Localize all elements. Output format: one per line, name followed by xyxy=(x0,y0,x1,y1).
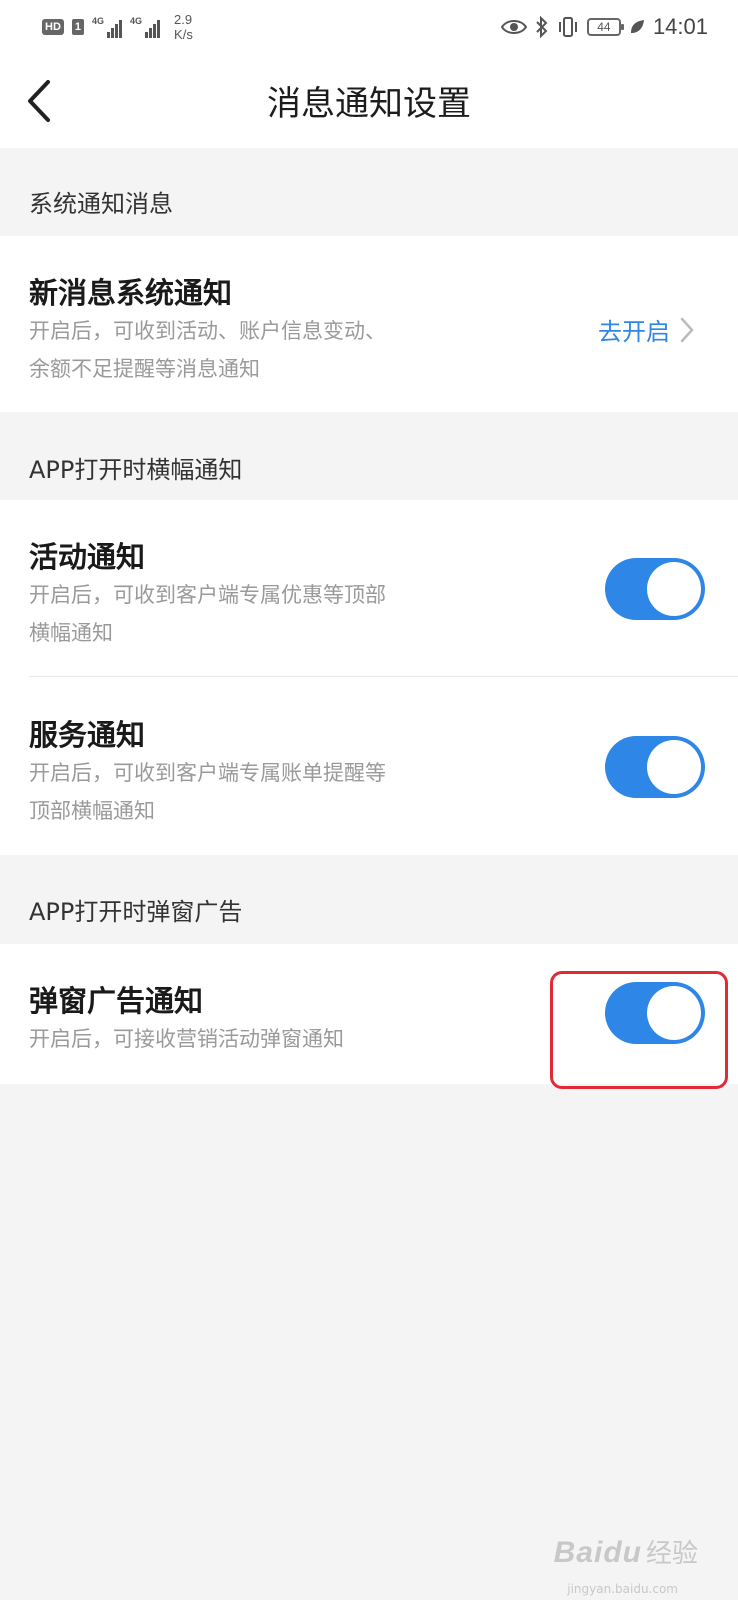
screen: HD 1 4G 4G 2.9 K/s 44 14:01 消息通知设置 系统通知消… xyxy=(0,0,738,1600)
hd-badge: HD xyxy=(42,19,64,35)
item-desc-new-message-line2: 余额不足提醒等消息通知 xyxy=(29,357,260,381)
item-title-service: 服务通知 xyxy=(29,718,146,752)
toggle-knob xyxy=(647,562,701,616)
service-toggle[interactable] xyxy=(605,736,705,798)
network-type-1: 4G xyxy=(92,16,105,26)
vibrate-icon xyxy=(558,17,577,37)
battery-icon: 44 xyxy=(586,18,624,36)
speed-unit: K/s xyxy=(174,27,193,42)
baidu-watermark: Baidu 经验 xyxy=(554,1533,698,1570)
eye-icon xyxy=(500,20,527,34)
card-system-notification: 新消息系统通知 开启后，可收到活动、账户信息变动、 余额不足提醒等消息通知 去开… xyxy=(0,236,738,412)
status-bar: HD 1 4G 4G 2.9 K/s 44 14:01 xyxy=(0,0,738,52)
item-title-activity: 活动通知 xyxy=(29,540,146,574)
chevron-right-icon xyxy=(680,317,694,342)
divider xyxy=(29,676,738,677)
toggle-knob xyxy=(647,740,701,794)
item-title-new-message: 新消息系统通知 xyxy=(29,276,233,310)
signal-icon: 4G xyxy=(130,16,161,38)
bluetooth-icon xyxy=(536,16,548,38)
card-banner-notifications: 活动通知 开启后，可收到客户端专属优惠等顶部 横幅通知 服务通知 开启后，可收到… xyxy=(0,500,738,855)
section-label-system: 系统通知消息 xyxy=(29,190,173,218)
item-desc-service-line1: 开启后，可收到客户端专属账单提醒等 xyxy=(29,761,386,785)
watermark-url: jingyan.baidu.com xyxy=(567,1582,678,1596)
go-open-button[interactable]: 去开启 xyxy=(598,312,694,347)
item-title-popup-ad: 弹窗广告通知 xyxy=(29,984,204,1018)
speed-value: 2.9 xyxy=(174,12,193,27)
watermark-brand: Baidu xyxy=(553,1536,642,1569)
activity-toggle[interactable] xyxy=(605,558,705,620)
network-speed: 2.9 K/s xyxy=(174,12,193,42)
leaf-icon xyxy=(630,20,644,33)
highlight-annotation-box xyxy=(550,971,728,1089)
signal-icon: 4G xyxy=(92,16,123,38)
item-desc-activity-line1: 开启后，可收到客户端专属优惠等顶部 xyxy=(29,583,386,607)
item-desc-service-line2: 顶部横幅通知 xyxy=(29,799,155,823)
item-desc-new-message-line1: 开启后，可收到活动、账户信息变动、 xyxy=(29,319,386,343)
clock: 14:01 xyxy=(652,14,708,39)
item-desc-activity-line2: 横幅通知 xyxy=(29,621,113,645)
sim-badge: 1 xyxy=(71,19,85,35)
status-right: 44 14:01 xyxy=(500,14,708,40)
nav-header: 消息通知设置 xyxy=(0,52,738,148)
page-title: 消息通知设置 xyxy=(267,84,471,124)
status-left: HD 1 4G 4G 2.9 K/s xyxy=(42,12,193,42)
section-label-popup: APP打开时弹窗广告 xyxy=(29,898,243,926)
item-desc-popup-ad: 开启后，可接收营销活动弹窗通知 xyxy=(29,1027,344,1051)
go-open-label: 去开启 xyxy=(598,318,670,346)
section-label-banner: APP打开时横幅通知 xyxy=(29,456,243,484)
network-type-2: 4G xyxy=(130,16,143,26)
watermark-sub: 经验 xyxy=(645,1538,698,1568)
